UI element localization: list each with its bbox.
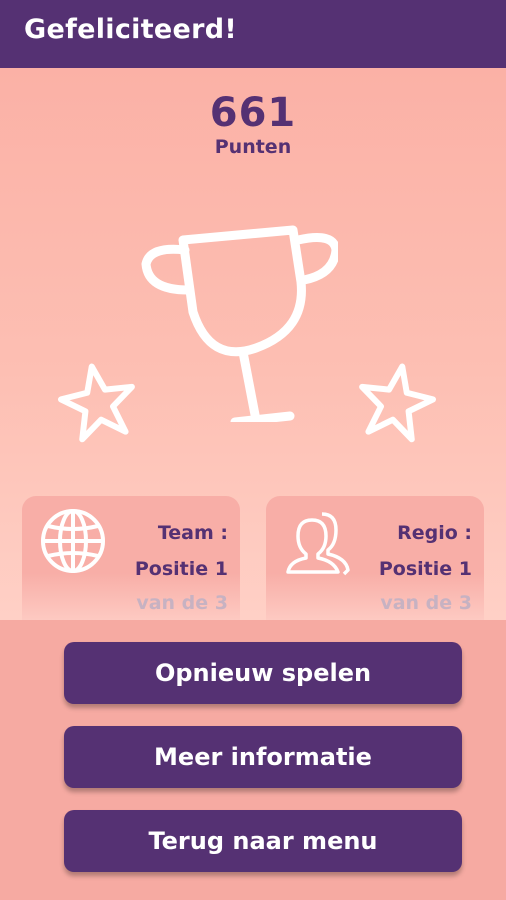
- team-label: Team :: [157, 522, 228, 544]
- team-ranking-card: Team : Positie 1 van de 3: [22, 496, 240, 620]
- regio-total: van de 3: [380, 592, 472, 614]
- team-total: van de 3: [136, 592, 228, 614]
- team-position: Positie 1: [134, 558, 228, 580]
- result-panel: 661 Punten Team : Positie 1 van de 3 Reg: [0, 68, 506, 620]
- play-again-button[interactable]: Opnieuw spelen: [64, 642, 462, 704]
- more-info-button[interactable]: Meer informatie: [64, 726, 462, 788]
- globe-icon: [41, 509, 105, 573]
- score-label: Punten: [214, 136, 292, 158]
- back-to-menu-button[interactable]: Terug naar menu: [64, 810, 462, 872]
- button-area: Opnieuw spelen Meer informatie Terug naa…: [0, 620, 506, 900]
- score-value: 661: [209, 90, 297, 136]
- page-title: Gefeliciteerd!: [24, 14, 237, 45]
- header-bar: Gefeliciteerd!: [0, 0, 506, 68]
- users-icon: [286, 512, 350, 576]
- star-icon: [57, 363, 135, 443]
- regio-ranking-card: Regio : Positie 1 van de 3: [266, 496, 484, 620]
- regio-label: Regio :: [397, 522, 472, 544]
- star-icon: [359, 363, 437, 443]
- regio-position: Positie 1: [378, 558, 472, 580]
- trophy-icon: [141, 225, 338, 422]
